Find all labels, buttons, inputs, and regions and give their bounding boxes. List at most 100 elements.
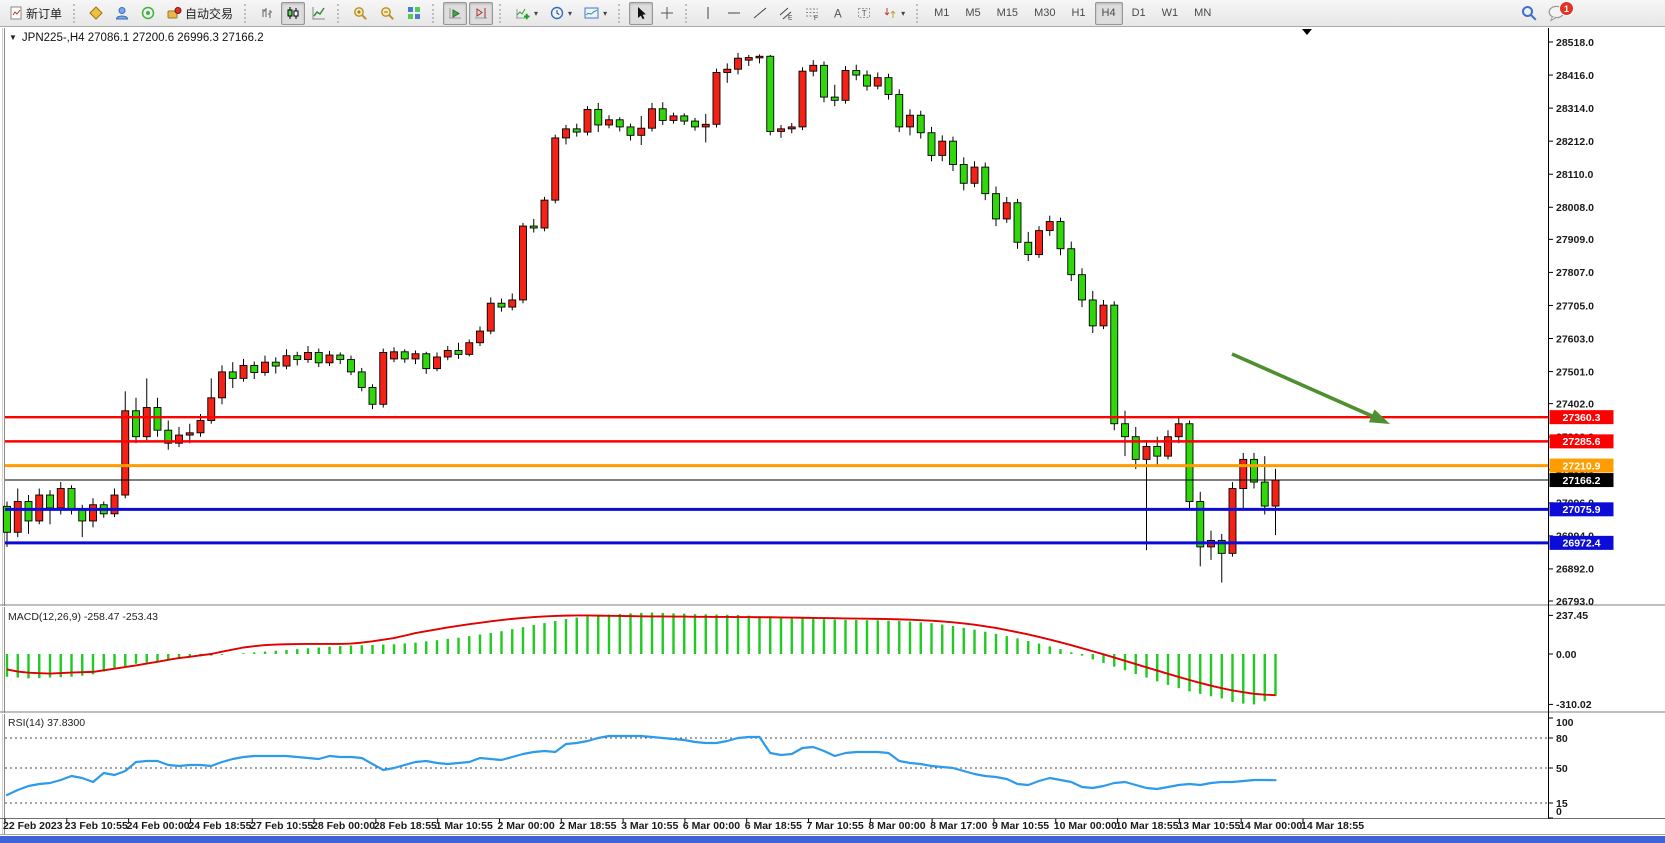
tf-h4-button[interactable]: H4	[1095, 2, 1123, 25]
fibonacci-button[interactable]: F	[800, 2, 824, 25]
label-button[interactable]: T	[852, 2, 876, 25]
channel-button[interactable]: E	[774, 2, 798, 25]
time-axis-label: 2 Mar 18:55	[559, 820, 616, 832]
trading-terminal-window: 新订单自动交易▾▾▾EFAT▾M1M5M15M30H1H4D1W1MN1 285…	[0, 0, 1665, 843]
candle-body	[262, 362, 269, 372]
candle-body	[541, 200, 548, 228]
collapse-icon[interactable]: ▼	[9, 33, 17, 42]
candle	[520, 223, 527, 303]
candle	[1229, 482, 1236, 557]
candle	[713, 69, 720, 128]
cursor-button[interactable]	[629, 2, 653, 25]
tf-m30-button[interactable]: M30	[1027, 2, 1062, 25]
time-axis-label: 1 Mar 10:55	[436, 820, 493, 832]
candle-body	[487, 303, 494, 331]
candle-body	[380, 352, 387, 404]
toolbar-separator	[916, 4, 922, 23]
market-watch-button[interactable]	[110, 2, 134, 25]
rsi-axis-tick-label: 50	[1556, 763, 1568, 775]
candle-body	[229, 372, 236, 378]
candle-body	[659, 109, 666, 121]
auto-scroll-button[interactable]	[443, 2, 467, 25]
tile-windows-button[interactable]	[402, 2, 426, 25]
candle-body	[401, 352, 408, 359]
periods-button[interactable]: ▾	[545, 2, 577, 25]
time-axis-label: 27 Feb 10:55	[250, 820, 313, 832]
new-order-button[interactable]: 新订单	[4, 2, 67, 25]
candle-body	[756, 56, 763, 58]
notifications-button[interactable]: 1	[1548, 5, 1567, 22]
candle	[821, 61, 828, 102]
tf-mn-button[interactable]: MN	[1187, 2, 1218, 25]
horizontal-line-button[interactable]	[722, 2, 746, 25]
trendline-button[interactable]	[748, 2, 772, 25]
chart-background	[0, 27, 1665, 843]
candle-body	[907, 115, 914, 127]
candle-body	[993, 194, 1000, 219]
price-axis-tick-label: 28518.0	[1556, 37, 1594, 49]
candle-body	[1100, 305, 1107, 326]
text-button[interactable]: A	[826, 2, 850, 25]
vline-icon	[701, 6, 715, 20]
tf-m5-button-label: M5	[965, 7, 980, 19]
chart-shift-button[interactable]	[469, 2, 493, 25]
zoom-in-button[interactable]	[348, 2, 373, 25]
candle	[1014, 199, 1021, 249]
tile-icon	[407, 6, 421, 20]
line-chart-button[interactable]	[307, 2, 331, 25]
candle-body	[982, 167, 989, 194]
candle	[767, 55, 774, 135]
tf-d1-button[interactable]: D1	[1125, 2, 1153, 25]
candle-body	[283, 356, 290, 366]
vertical-line-button[interactable]	[696, 2, 720, 25]
candle-body	[778, 129, 785, 132]
search-button[interactable]	[1521, 5, 1538, 22]
templates-button[interactable]: ▾	[579, 2, 612, 25]
time-axis-label: 10 Mar 00:00	[1054, 820, 1117, 832]
candle-body	[1186, 424, 1193, 502]
candle-body	[477, 331, 484, 343]
arrows-button[interactable]: ▾	[878, 2, 910, 25]
toolbar-separator	[73, 4, 79, 23]
chart-canvas[interactable]: 28518.028416.028314.028212.028110.028008…	[0, 0, 1665, 843]
tf-m1-button[interactable]: M1	[927, 2, 956, 25]
candles-chart-button[interactable]	[281, 2, 305, 25]
candle-body	[896, 94, 903, 126]
bars-chart-button[interactable]	[255, 2, 279, 25]
candle	[799, 67, 806, 130]
candle-body	[305, 352, 312, 359]
indicators-button[interactable]: ▾	[510, 2, 543, 25]
tf-m15-button[interactable]: M15	[990, 2, 1025, 25]
time-axis-label: 10 Mar 18:55	[1116, 820, 1179, 832]
tf-m30-button-label: M30	[1034, 7, 1055, 19]
candle	[584, 106, 591, 135]
zoom-out-button[interactable]	[375, 2, 400, 25]
tf-h1-button[interactable]: H1	[1064, 2, 1092, 25]
candle-body	[423, 354, 430, 369]
toolbar-separator	[685, 4, 691, 23]
crosshair-button[interactable]	[655, 2, 679, 25]
candle	[380, 349, 387, 408]
candle-body	[563, 129, 570, 138]
toolbar-separator	[432, 4, 438, 23]
candle-body	[79, 510, 86, 521]
candle-body	[326, 355, 333, 363]
candle-body	[842, 71, 849, 101]
signals-button[interactable]	[136, 2, 160, 25]
candle-body	[520, 226, 527, 300]
candle-body	[573, 129, 580, 132]
candle-body	[337, 355, 344, 360]
tf-m5-button[interactable]: M5	[958, 2, 987, 25]
autotrade-button[interactable]: 自动交易	[162, 2, 238, 25]
profile-button[interactable]	[84, 2, 108, 25]
tf-w1-button[interactable]: W1	[1155, 2, 1186, 25]
candle-body	[111, 495, 118, 514]
candle-body	[143, 408, 150, 437]
chevron-down-icon: ▾	[603, 9, 607, 18]
candle-body	[606, 120, 613, 125]
rsi-axis-tick-label: 100	[1556, 717, 1574, 729]
notification-count-badge: 1	[1559, 1, 1574, 16]
candle-body	[498, 303, 505, 307]
chevron-down-icon: ▾	[534, 9, 538, 18]
time-axis-label: 14 Mar 18:55	[1301, 820, 1364, 832]
